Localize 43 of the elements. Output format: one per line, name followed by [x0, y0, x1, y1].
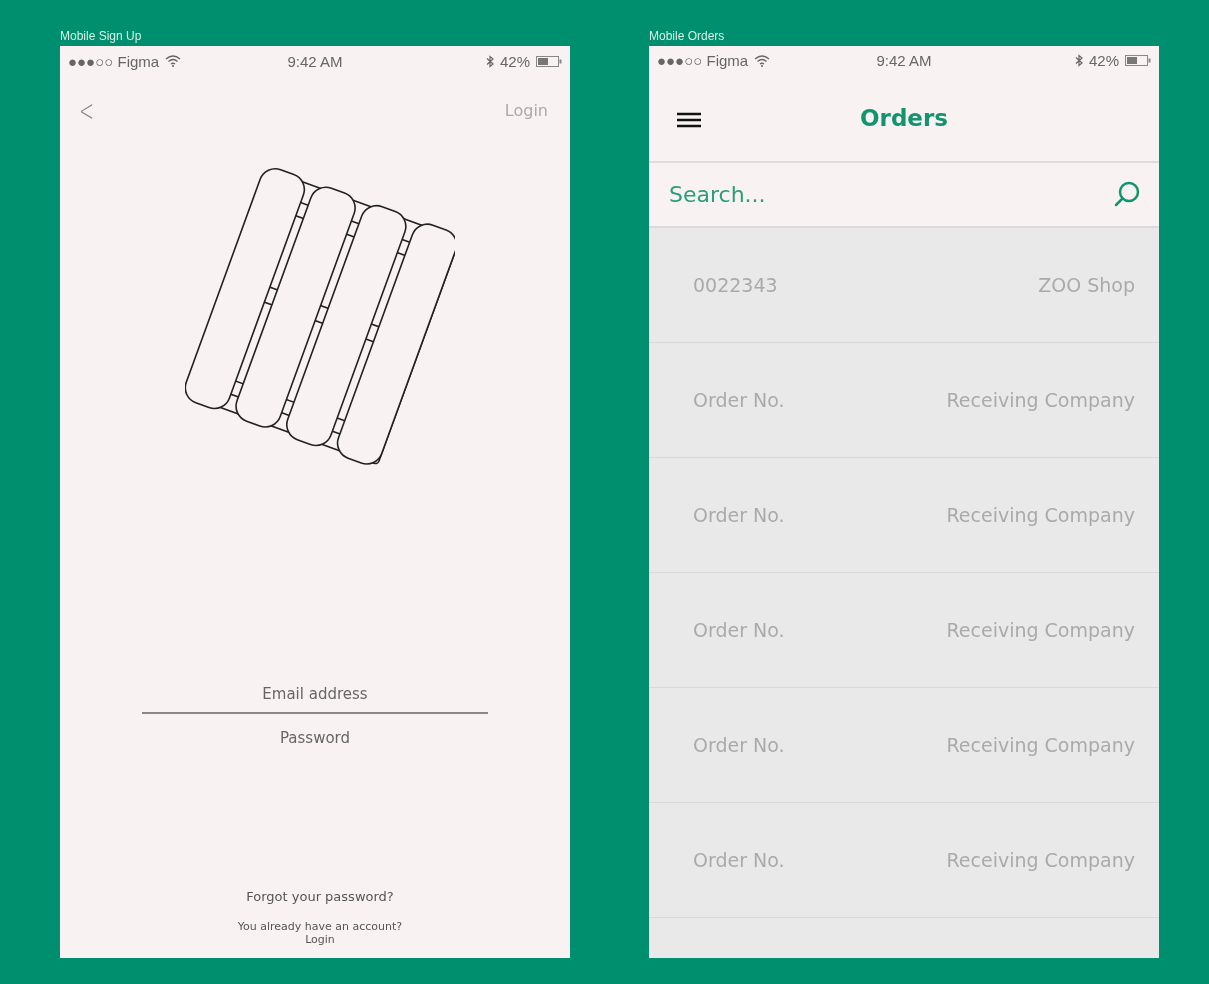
company-name: Receiving Company	[946, 619, 1135, 641]
search-icon[interactable]	[1113, 180, 1141, 209]
status-time: 9:42 AM	[876, 52, 932, 70]
wifi-icon	[165, 55, 182, 67]
company-name: Receiving Company	[946, 389, 1135, 411]
bluetooth-icon	[1074, 54, 1083, 68]
order-row[interactable]: Order No. Receiving Company	[649, 343, 1159, 458]
input-field[interactable]: Email address	[142, 676, 488, 714]
battery-percent: 42%	[499, 52, 530, 70]
company-name: ZOO Shop	[1038, 274, 1135, 296]
battery-icon	[1125, 55, 1151, 67]
account-text: You already have an account?	[237, 920, 403, 933]
login-link[interactable]: Login	[305, 933, 335, 946]
login-button[interactable]: Login	[504, 100, 548, 120]
carrier-label: ●●●○○ Figma	[68, 52, 160, 70]
frame-label: Mobile Sign Up	[60, 28, 143, 45]
back-button[interactable]: <	[79, 92, 95, 128]
order-number: Order No.	[693, 389, 785, 411]
order-number: Order No.	[693, 504, 785, 526]
bluetooth-icon	[485, 54, 494, 68]
order-row[interactable]: 0022343 ZOO Shop	[649, 228, 1159, 343]
forgot-password-link[interactable]: Forgot your password?	[246, 889, 394, 904]
menu-icon[interactable]	[677, 111, 701, 128]
order-number: Order No.	[693, 619, 785, 641]
status-time: 9:42 AM	[287, 52, 343, 70]
search-field[interactable]: Search...	[667, 180, 1113, 208]
order-row[interactable]: Order No. Receiving Company	[649, 573, 1159, 688]
battery-percent: 42%	[1088, 52, 1119, 70]
order-number: 0022343	[693, 274, 778, 296]
order-number: Order No.	[693, 849, 785, 871]
screen-title: Orders	[860, 105, 948, 132]
wifi-icon	[754, 54, 771, 67]
input-field[interactable]: Password	[142, 720, 488, 756]
company-name: Receiving Company	[946, 849, 1135, 871]
frame-label: Mobile Orders	[649, 28, 726, 45]
carrier-label: ●●●○○ Figma	[657, 52, 749, 70]
order-row[interactable]: Order No. Receiving Company	[649, 803, 1159, 918]
company-name: Receiving Company	[946, 734, 1135, 756]
order-number: Order No.	[693, 734, 785, 756]
company-name: Receiving Company	[946, 504, 1135, 526]
order-row[interactable]: Order No. Receiving Company	[649, 688, 1159, 803]
order-row[interactable]: Order No. Receiving Company	[649, 458, 1159, 573]
battery-icon	[536, 55, 562, 67]
